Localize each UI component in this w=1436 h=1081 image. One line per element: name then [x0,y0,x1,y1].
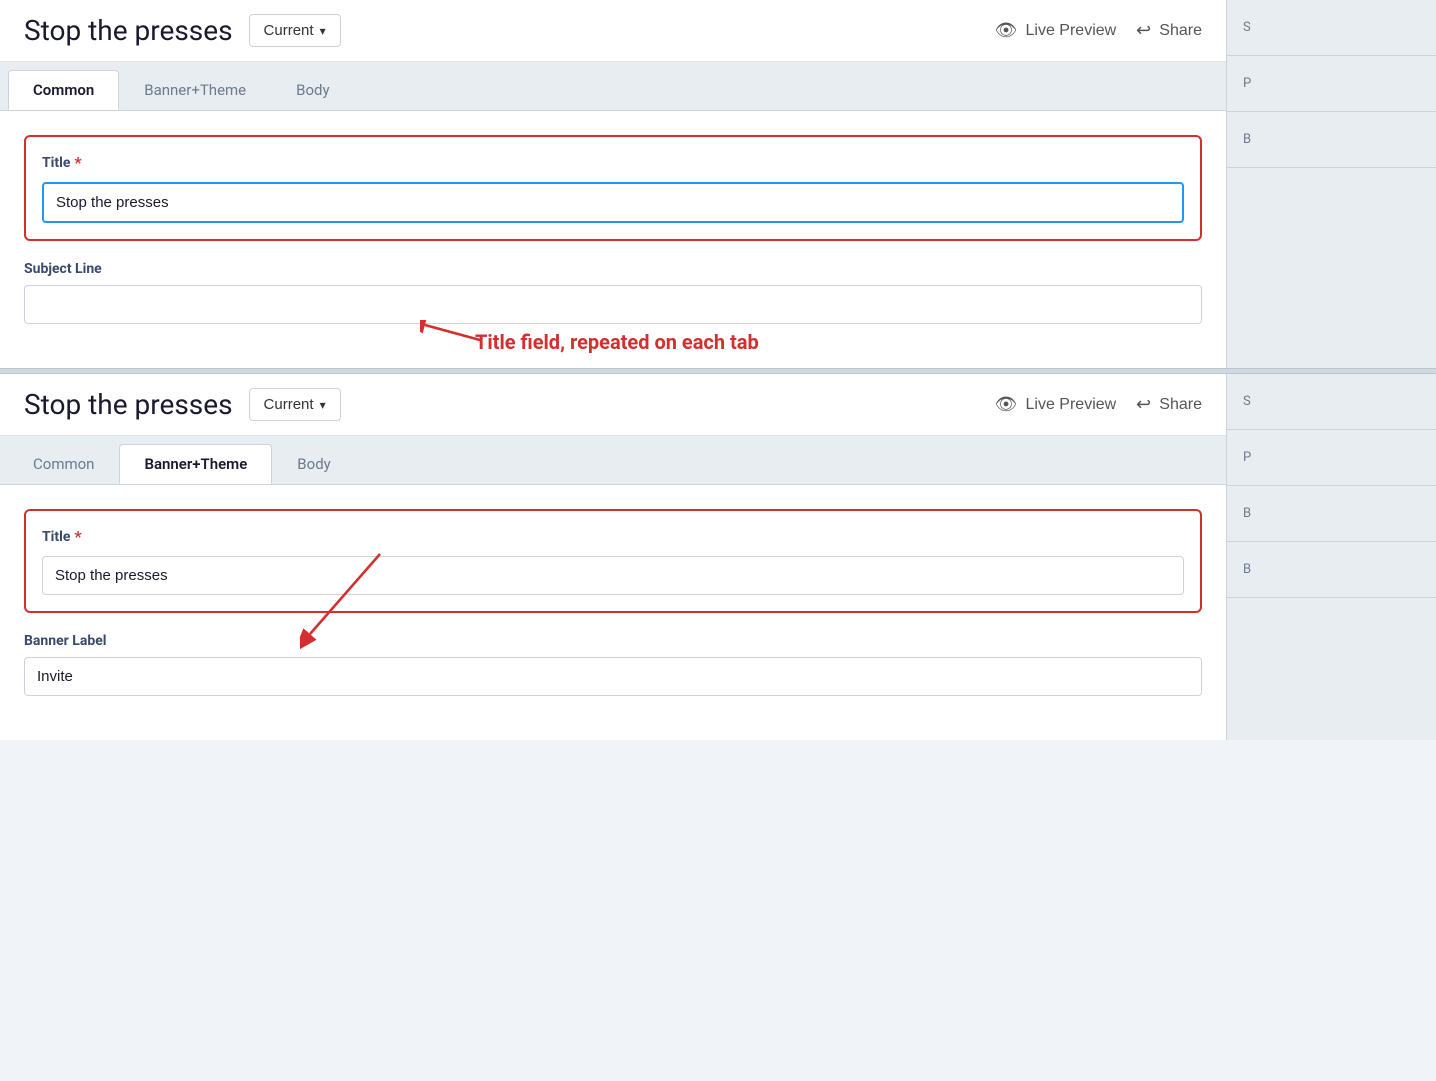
tab-banner-theme-top[interactable]: Banner+Theme [119,70,271,110]
bottom-sidebar-item-2: P [1227,430,1436,486]
tab-common-bottom[interactable]: Common [8,444,119,484]
bottom-title-field-section: Title * [24,509,1202,613]
live-preview-label: Live Preview [1026,22,1117,40]
share-label: Share [1159,22,1202,40]
bottom-live-preview-button[interactable]: 👁 Live Preview [995,394,1117,415]
bottom-current-label: Current [264,396,314,413]
bottom-sidebar-right: S P B B [1226,374,1436,740]
top-title-label: Title * [42,153,1184,172]
tab-body-bottom[interactable]: Body [272,444,355,484]
top-panel: Stop the presses Current ▾ 👁 Live Previe… [0,0,1226,368]
sidebar-item-1: S [1227,0,1436,56]
bottom-banner-section: Banner Label [24,633,1202,696]
tab-common-top[interactable]: Common [8,70,119,110]
bottom-share-icon: ↪ [1136,394,1151,415]
bottom-panel-content: Title * Banner Label [0,485,1226,740]
top-panel-title: Stop the presses [24,14,233,47]
bottom-sidebar-item-3: B [1227,486,1436,542]
tab-body-top[interactable]: Body [271,70,354,110]
top-subject-label: Subject Line [24,261,1202,277]
bottom-title-label: Title * [42,527,1184,546]
bottom-sidebar-item-1: S [1227,374,1436,430]
top-subject-section: Subject Line [24,261,1202,324]
bottom-eye-icon: 👁 [995,394,1018,415]
bottom-current-dropdown-button[interactable]: Current ▾ [249,388,341,421]
required-star-bottom: * [74,527,81,546]
bottom-live-preview-label: Live Preview [1026,396,1117,414]
bottom-panel-header: Stop the presses Current ▾ 👁 Live Previe… [0,374,1226,436]
sidebar-item-2: P [1227,56,1436,112]
top-title-field-section: Title * [24,135,1202,241]
tab-banner-theme-bottom[interactable]: Banner+Theme [119,444,272,484]
header-actions: 👁 Live Preview ↪ Share [995,20,1202,41]
share-button[interactable]: ↪ Share [1136,20,1202,41]
bottom-share-label: Share [1159,396,1202,414]
current-dropdown-button[interactable]: Current ▾ [249,14,341,47]
bottom-title-input[interactable] [42,556,1184,595]
chevron-down-icon: ▾ [320,24,326,38]
live-preview-button[interactable]: 👁 Live Preview [995,20,1117,41]
top-tabs-bar: Common Banner+Theme Body [0,62,1226,111]
top-subject-input[interactable] [24,285,1202,324]
bottom-share-button[interactable]: ↪ Share [1136,394,1202,415]
bottom-sidebar-item-4: B [1227,542,1436,598]
bottom-panel: Stop the presses Current ▾ 👁 Live Previe… [0,374,1226,740]
share-icon: ↪ [1136,20,1151,41]
bottom-banner-input[interactable] [24,657,1202,696]
top-sidebar-right: S P B [1226,0,1436,368]
required-star-top: * [74,153,81,172]
eye-icon: 👁 [995,20,1018,41]
top-title-input[interactable] [42,182,1184,223]
top-panel-header: Stop the presses Current ▾ 👁 Live Previe… [0,0,1226,62]
bottom-banner-label: Banner Label [24,633,1202,649]
sidebar-item-3: B [1227,112,1436,168]
bottom-header-actions: 👁 Live Preview ↪ Share [995,394,1202,415]
bottom-chevron-icon: ▾ [320,398,326,412]
bottom-tabs-bar: Common Banner+Theme Body [0,436,1226,485]
top-panel-content: Title * Subject Line [0,111,1226,368]
bottom-panel-title: Stop the presses [24,388,233,421]
current-label: Current [264,22,314,39]
